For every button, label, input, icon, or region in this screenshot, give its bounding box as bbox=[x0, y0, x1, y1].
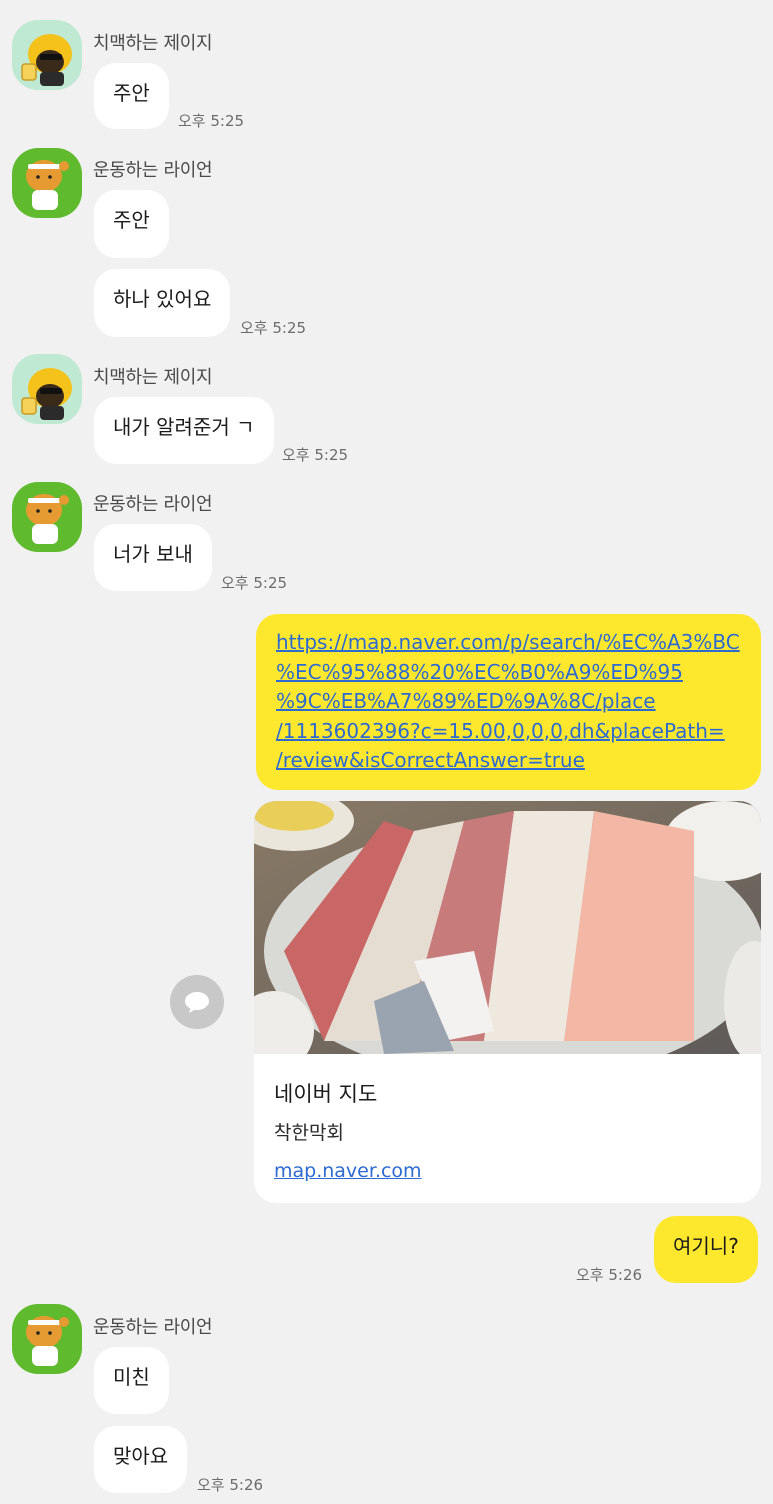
link-line: /1113602396?c=15.00,0,0,0,dh&placePath= bbox=[276, 718, 725, 743]
link-preview-card[interactable]: 네이버 지도 착한막회 map.naver.com bbox=[254, 801, 761, 1203]
message-time: 오후 5:26 bbox=[197, 1476, 264, 1494]
jay-avatar-icon bbox=[12, 354, 82, 424]
sender-name: 운동하는 라이언 bbox=[93, 160, 213, 181]
message-text: 맞아요 bbox=[113, 1444, 169, 1468]
preview-domain-link[interactable]: map.naver.com bbox=[274, 1160, 422, 1182]
ryan-avatar-icon bbox=[12, 1304, 82, 1374]
message-text: 주안 bbox=[113, 81, 150, 105]
message-text: 내가 알려준거 ㄱ bbox=[113, 415, 255, 439]
sender-avatar-jay[interactable] bbox=[12, 354, 82, 424]
share-icon bbox=[185, 992, 209, 1013]
preview-place-name: 착한막회 bbox=[274, 1122, 344, 1144]
message-time: 오후 5:25 bbox=[221, 574, 288, 592]
link-line: %EC%95%88%20%EC%B0%A9%ED%95 bbox=[276, 659, 683, 684]
sender-avatar-ryan[interactable] bbox=[12, 1304, 82, 1374]
sender-name: 치맥하는 제이지 bbox=[93, 367, 213, 388]
message-bubble[interactable]: 미친 bbox=[94, 1347, 169, 1414]
link-line: https://map.naver.com/p/search/%EC%A3%BC bbox=[276, 630, 740, 654]
message-time: 오후 5:25 bbox=[240, 319, 307, 337]
jay-avatar-icon bbox=[12, 20, 82, 90]
ryan-avatar-icon bbox=[12, 482, 82, 552]
message-bubble[interactable]: 주안 bbox=[94, 63, 169, 129]
message-time: 오후 5:25 bbox=[178, 112, 245, 130]
link-line: %9C%EB%A7%89%ED%9A%8C/place bbox=[276, 689, 656, 713]
sender-name: 운동하는 라이언 bbox=[93, 1317, 213, 1338]
message-bubble[interactable]: 내가 알려준거 ㄱ bbox=[94, 397, 274, 464]
message-time: 오후 5:26 bbox=[576, 1266, 643, 1284]
link-line: /review&isCorrectAnswer=true bbox=[276, 748, 585, 772]
sender-avatar-jay[interactable] bbox=[12, 20, 82, 90]
share-button[interactable] bbox=[170, 975, 224, 1029]
link-message-bubble[interactable]: https://map.naver.com/p/search/%EC%A3%BC… bbox=[256, 614, 761, 790]
message-text: 여기니? bbox=[673, 1234, 739, 1258]
preview-title: 네이버 지도 bbox=[274, 1082, 378, 1106]
message-bubble[interactable]: 주안 bbox=[94, 190, 169, 258]
map-link[interactable]: https://map.naver.com/p/search/%EC%A3%BC… bbox=[276, 628, 741, 776]
message-text: 주안 bbox=[113, 208, 150, 232]
sender-avatar-ryan[interactable] bbox=[12, 148, 82, 218]
message-text: 미친 bbox=[113, 1365, 150, 1389]
message-text: 너가 보내 bbox=[113, 542, 193, 566]
sender-name: 치맥하는 제이지 bbox=[93, 33, 213, 54]
message-time: 오후 5:25 bbox=[282, 446, 349, 464]
ryan-avatar-icon bbox=[12, 148, 82, 218]
message-bubble[interactable]: 너가 보내 bbox=[94, 524, 212, 591]
sender-avatar-ryan[interactable] bbox=[12, 482, 82, 552]
sender-name: 운동하는 라이언 bbox=[93, 494, 213, 515]
preview-image bbox=[254, 801, 761, 1054]
message-text: 하나 있어요 bbox=[113, 287, 212, 311]
message-bubble[interactable]: 맞아요 bbox=[94, 1426, 188, 1493]
message-bubble[interactable]: 하나 있어요 bbox=[94, 269, 231, 337]
my-message-bubble[interactable]: 여기니? bbox=[654, 1216, 758, 1283]
